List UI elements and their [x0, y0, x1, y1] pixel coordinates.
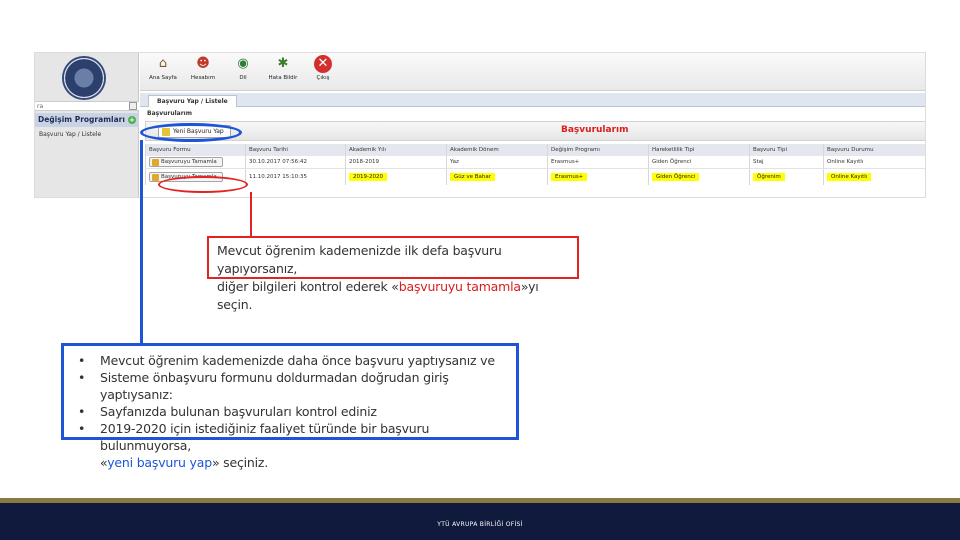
table-cell: 11.10.2017 15:10:35 — [245, 168, 346, 185]
table-cell: Online Kayıtlı — [823, 156, 925, 169]
table-cell: Erasmus+ — [547, 168, 649, 185]
highlighted-value: Giden Öğrenci — [652, 172, 700, 181]
bug-icon: ✱ — [277, 56, 289, 71]
footer: YTÜ AVRUPA BİRLİĞİ OFİSİ — [0, 503, 960, 540]
red-callout-line2: diğer bilgileri kontrol ederek «başvuruy… — [217, 278, 577, 314]
highlighted-value: Güz ve Bahar — [450, 172, 496, 181]
toolbar-report-bug-button[interactable]: ✱ Hata Bildir — [266, 55, 300, 81]
red-callout-text: diğer bilgileri kontrol ederek « — [217, 279, 399, 294]
list-item: Mevcut öğrenim kademenizde daha önce baş… — [72, 352, 516, 369]
table-cell: Giden Öğrenci — [648, 156, 750, 169]
table-cell: 30.10.2017 07:56:42 — [245, 156, 346, 169]
table-cell: Yaz — [446, 156, 548, 169]
toolbar-label: Dil — [239, 75, 247, 81]
red-connector-line — [250, 192, 252, 237]
red-callout-line1: Mevcut öğrenim kademenizde ilk defa başv… — [217, 243, 502, 276]
sidebar: ra Değişim Programları + Başvuru Yap / L… — [35, 53, 139, 197]
tab-basvuru-yap[interactable]: Başvuru Yap / Listele — [148, 95, 237, 107]
close-icon: ✕ — [314, 55, 332, 73]
toolbar-label: Hata Bildir — [268, 75, 298, 81]
table-cell: Başvuruyu Tamamla — [145, 156, 246, 169]
document-icon — [152, 173, 159, 181]
toolbar-account-button[interactable]: ☻ Hesabım — [186, 55, 220, 81]
highlighted-value: Erasmus+ — [551, 172, 588, 181]
sidebar-section-header[interactable]: Değişim Programları + — [35, 113, 139, 127]
toolbar-home-button[interactable]: ⌂ Ana Sayfa — [146, 55, 180, 81]
university-logo — [62, 56, 106, 100]
blue-callout-list: Mevcut öğrenim kademenizde daha önce baş… — [72, 352, 516, 471]
table-cell: Erasmus+ — [547, 156, 649, 169]
list-item-continuation: «yeni başvuru yap» seçiniz. — [72, 454, 516, 471]
user-icon: ☻ — [196, 56, 210, 71]
list-item: Sayfanızda bulunan başvuruları kontrol e… — [72, 403, 516, 420]
footer-text: YTÜ AVRUPA BİRLİĞİ OFİSİ — [437, 521, 523, 528]
toolbar-label: Çıkış — [316, 75, 330, 81]
blue-callout-text-end: » seçiniz. — [211, 455, 269, 470]
highlighted-value: Online Kayıtlı — [827, 172, 872, 181]
complete-application-label: Başvuruyu Tamamla — [161, 158, 217, 165]
column-header[interactable]: Başvuru Tarihi — [245, 144, 346, 156]
toolbar-language-button[interactable]: ◉ Dil — [226, 55, 260, 81]
sidebar-item-label: Başvuru Yap / Listele — [39, 131, 102, 138]
toolbar-label: Ana Sayfa — [149, 75, 177, 81]
blue-callout-box: Mevcut öğrenim kademenizde daha önce baş… — [61, 343, 519, 470]
home-icon: ⌂ — [158, 56, 168, 71]
toolbar-logout-button[interactable]: ✕ Çıkış — [306, 55, 340, 81]
red-callout-highlight: başvuruyu tamamla — [398, 279, 521, 294]
panel-title: Başvurularım — [561, 125, 629, 135]
document-icon — [152, 158, 159, 166]
list-item: Sisteme önbaşvuru formunu doldurmadan do… — [72, 369, 516, 403]
table-cell: Staj — [749, 156, 824, 169]
table-cell: 2018-2019 — [345, 156, 447, 169]
table-row: Başvuruyu Tamamla 30.10.2017 07:56:42 20… — [145, 156, 925, 169]
column-header[interactable]: Değişim Programı — [547, 144, 649, 156]
sidebar-search-value: ra — [37, 103, 44, 110]
panel-bar: Yeni Başvuru Yap Başvurularım — [145, 121, 925, 141]
panel-label: Başvurularım — [147, 110, 192, 117]
blue-callout-highlight: yeni başvuru yap — [107, 455, 212, 470]
sidebar-item-basvuru[interactable]: Başvuru Yap / Listele — [35, 129, 139, 140]
toolbar-label: Hesabım — [190, 75, 216, 81]
column-header[interactable]: Başvuru Tipi — [749, 144, 824, 156]
red-highlight-oval — [158, 176, 248, 193]
complete-application-button[interactable]: Başvuruyu Tamamla — [149, 156, 223, 167]
sidebar-section-title: Değişim Programları — [38, 115, 125, 124]
highlighted-value: Öğrenim — [753, 172, 785, 181]
blue-highlight-oval — [140, 123, 242, 142]
toolbar: ⌂ Ana Sayfa ☻ Hesabım ◉ Dil ✱ Hata Bildi… — [140, 53, 925, 91]
applications-table: Başvuru Formu Başvuru Tarihi Akademik Yı… — [145, 144, 925, 185]
highlighted-value: 2019-2020 — [349, 172, 387, 181]
tab-strip: Başvuru Yap / Listele — [140, 93, 925, 107]
column-header[interactable]: Akademik Yılı — [345, 144, 447, 156]
table-cell: Online Kayıtlı — [823, 168, 925, 185]
red-callout-box: Mevcut öğrenim kademenizde ilk defa başv… — [207, 236, 579, 312]
column-header[interactable]: Başvuru Durumu — [823, 144, 925, 156]
table-header-row: Başvuru Formu Başvuru Tarihi Akademik Yı… — [145, 144, 925, 156]
sidebar-search-input[interactable]: ra — [35, 101, 139, 111]
list-item: 2019-2020 için istediğiniz faaliyet türü… — [72, 420, 516, 454]
table-row: Başvuruyu Tamamla 11.10.2017 15:10:35 20… — [145, 168, 925, 185]
column-header[interactable]: Başvuru Formu — [145, 144, 246, 156]
table-cell: Güz ve Bahar — [446, 168, 548, 185]
column-header[interactable]: Akademik Dönem — [446, 144, 548, 156]
table-cell: 2019-2020 — [345, 168, 447, 185]
expand-icon[interactable]: + — [128, 116, 136, 124]
column-header[interactable]: Hareketlilik Tipi — [648, 144, 750, 156]
search-icon[interactable] — [129, 102, 137, 110]
table-cell: Giden Öğrenci — [648, 168, 750, 185]
blue-connector-line — [140, 140, 143, 345]
table-cell: Öğrenim — [749, 168, 824, 185]
language-icon: ◉ — [237, 56, 249, 71]
